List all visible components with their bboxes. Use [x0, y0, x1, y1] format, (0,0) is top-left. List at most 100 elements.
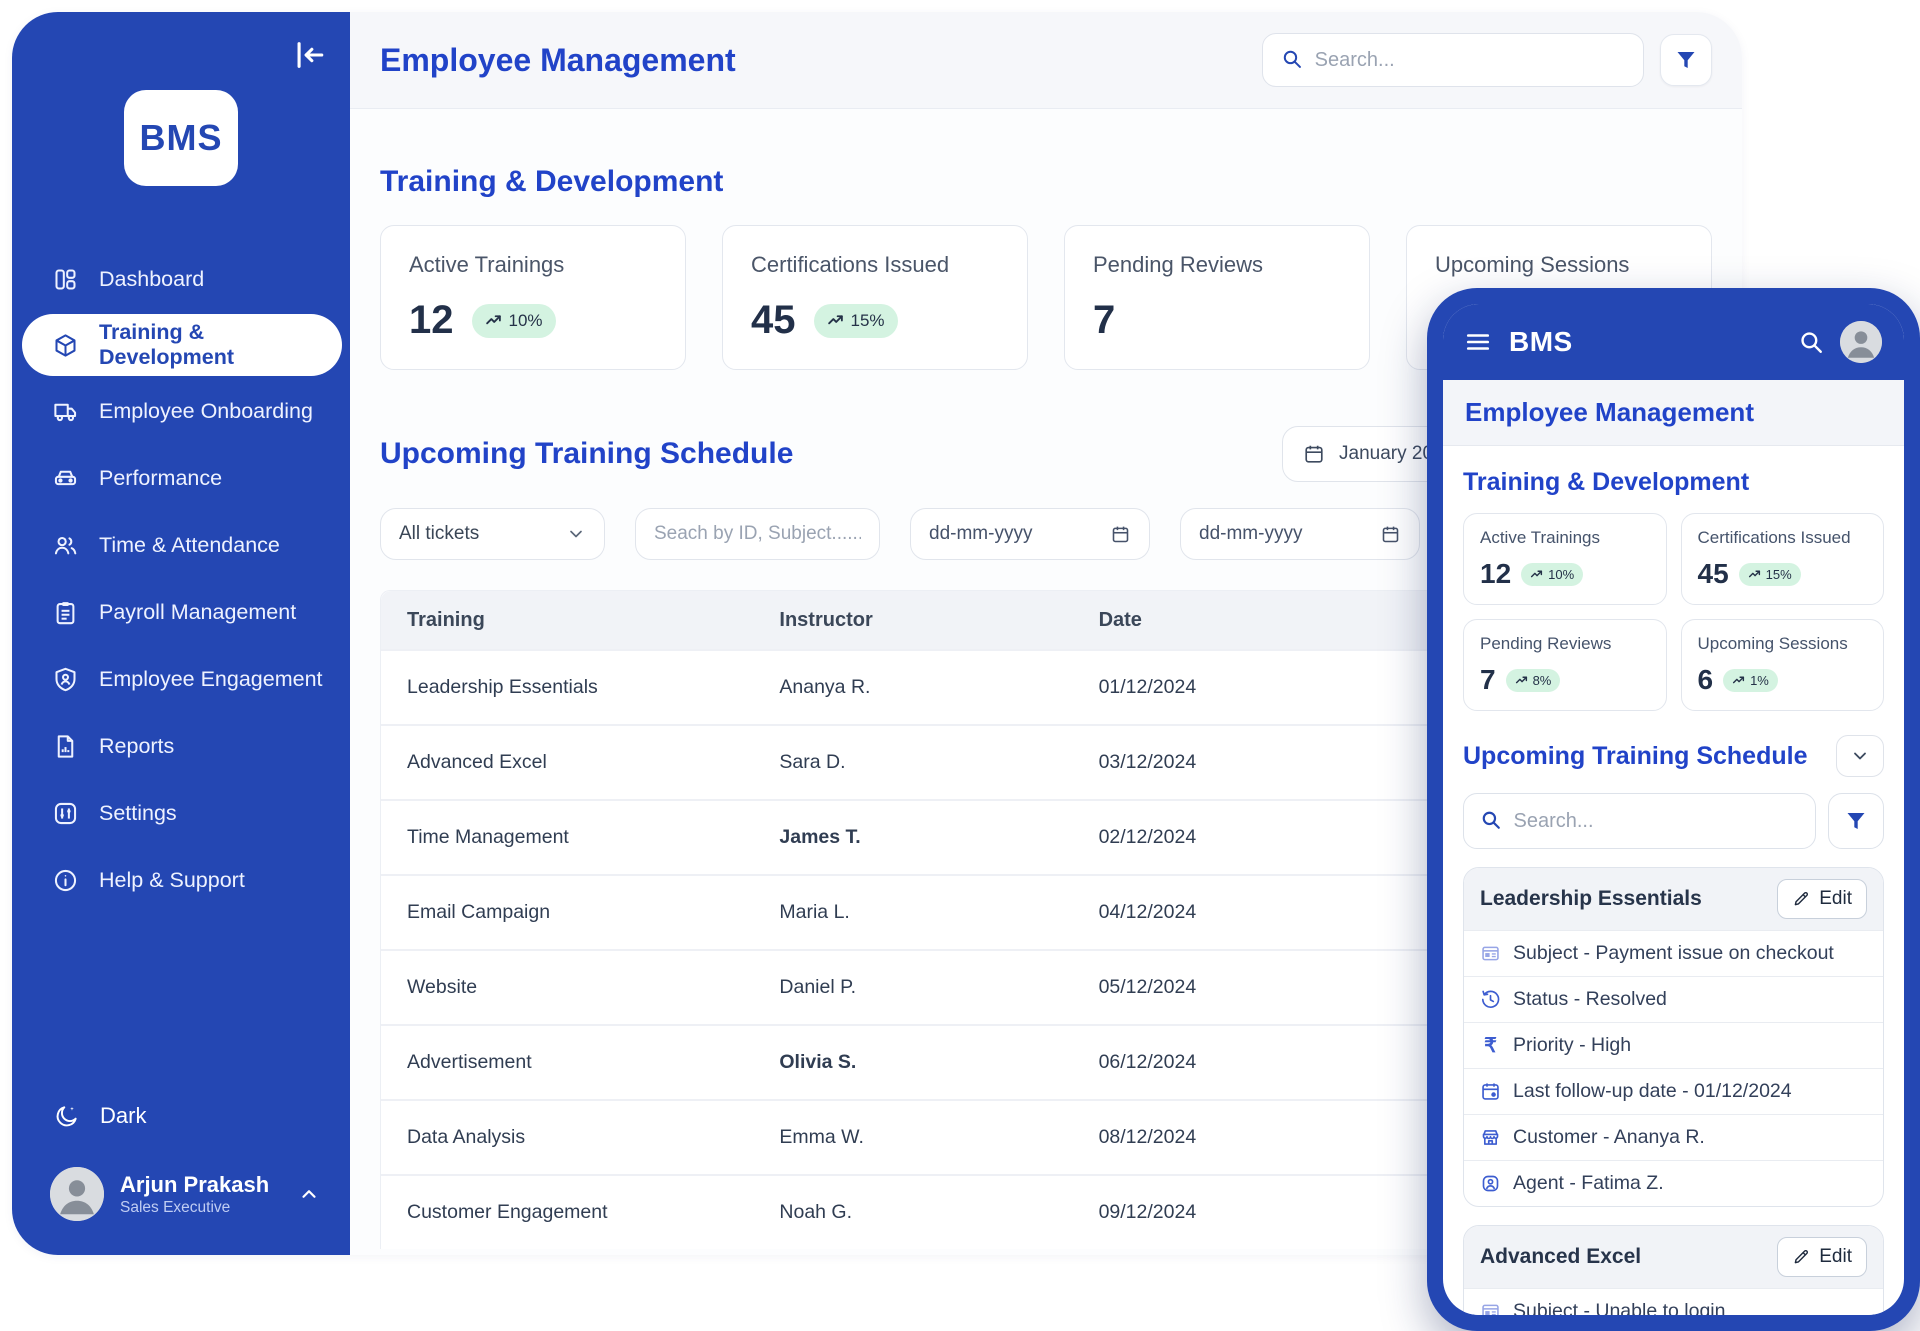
calendar-icon — [1303, 443, 1325, 465]
sidebar-item-performance[interactable]: Performance — [12, 445, 350, 511]
column-header-training: Training — [381, 591, 753, 649]
sidebar-item-label: Payroll Management — [99, 600, 296, 625]
date-from-input[interactable]: dd-mm-yyyy — [910, 508, 1150, 560]
stat-card-active-trainings: Active Trainings 12 10% — [1463, 513, 1667, 605]
trending-up-icon — [1515, 674, 1528, 687]
filter-button[interactable] — [1660, 34, 1712, 86]
trending-up-icon — [827, 312, 844, 329]
page-title: Employee Management — [380, 42, 736, 79]
training-cell: Advanced Excel — [381, 724, 753, 799]
training-cell: Time Management — [381, 799, 753, 874]
detail-text: Priority - High — [1513, 1034, 1631, 1057]
training-cell: Advertisement — [381, 1024, 753, 1099]
collapse-sidebar-icon[interactable] — [292, 38, 326, 72]
sidebar-item-payroll-management[interactable]: Payroll Management — [12, 579, 350, 645]
stat-value: 45 — [751, 298, 796, 343]
dashboard-icon — [52, 266, 79, 293]
stat-card-pending-reviews: Pending Reviews 7 — [1064, 225, 1370, 370]
schedule-search-input[interactable] — [654, 523, 861, 545]
sidebar-item-reports[interactable]: Reports — [12, 713, 350, 779]
stat-card-certifications-issued: Certifications Issued 45 15% — [722, 225, 1028, 370]
trending-up-icon — [485, 312, 502, 329]
stat-card-upcoming-sessions: Upcoming Sessions 6 1% — [1681, 619, 1885, 711]
instructor-cell: Noah G. — [753, 1174, 1072, 1249]
sidebar-item-label: Training & Development — [99, 320, 342, 370]
mobile-preview-frame: BMS Employee Management Training & Devel… — [1427, 288, 1920, 1331]
search-icon — [1281, 48, 1303, 72]
instructor-cell: James T. — [753, 799, 1072, 874]
sidebar-item-settings[interactable]: Settings — [12, 780, 350, 846]
stat-card-active-trainings: Active Trainings 12 10% — [380, 225, 686, 370]
sidebar-footer: Dark Arjun Prakash Sales Executive — [12, 1091, 350, 1221]
sidebar-item-time-attendance[interactable]: Time & Attendance — [12, 512, 350, 578]
sidebar-item-dashboard[interactable]: Dashboard — [12, 246, 350, 312]
stat-value: 7 — [1480, 664, 1496, 696]
onboarding-icon — [52, 398, 79, 425]
mobile-schedule-title: Upcoming Training Schedule — [1463, 742, 1807, 771]
search-icon[interactable] — [1798, 329, 1824, 355]
sidebar-item-training-development[interactable]: Training & Development — [22, 314, 342, 376]
help-icon — [52, 867, 79, 894]
detail-text: Agent - Fatima Z. — [1513, 1172, 1664, 1195]
hamburger-menu-icon[interactable] — [1465, 329, 1491, 355]
sidebar-item-help-support[interactable]: Help & Support — [12, 847, 350, 913]
column-header-instructor: Instructor — [753, 591, 1072, 649]
instructor-cell: Ananya R. — [753, 649, 1072, 724]
stat-label: Active Trainings — [1480, 528, 1650, 548]
mobile-screen: BMS Employee Management Training & Devel… — [1443, 304, 1904, 1315]
mobile-search-row — [1463, 793, 1884, 849]
stat-label: Certifications Issued — [751, 252, 999, 278]
performance-icon — [52, 465, 79, 492]
date-cell: 06/12/2024 — [1073, 1024, 1419, 1099]
date-to-placeholder: dd-mm-yyyy — [1199, 523, 1302, 545]
training-cell: Customer Engagement — [381, 1174, 753, 1249]
trending-up-icon — [1732, 674, 1745, 687]
stat-card-certifications-issued: Certifications Issued 45 15% — [1681, 513, 1885, 605]
subject-icon — [1480, 943, 1501, 964]
stat-delta-badge: 8% — [1506, 669, 1561, 692]
edit-button[interactable]: Edit — [1777, 879, 1867, 919]
sidebar: BMS Dashboard Training & Development Emp… — [12, 12, 350, 1255]
column-header-date: Date — [1073, 591, 1419, 649]
mobile-filter-button[interactable] — [1828, 793, 1884, 849]
mobile-stats-grid: Active Trainings 12 10% Certifications I… — [1463, 513, 1884, 711]
stat-delta-badge: 10% — [1521, 563, 1583, 586]
pencil-icon — [1792, 1248, 1810, 1266]
calendar-icon — [1380, 524, 1401, 545]
mobile-body: Training & Development Active Trainings … — [1443, 446, 1904, 1315]
date-from-placeholder: dd-mm-yyyy — [929, 523, 1032, 545]
mobile-brand: BMS — [1509, 326, 1573, 358]
stat-label: Upcoming Sessions — [1698, 634, 1868, 654]
theme-toggle-label: Dark — [100, 1103, 146, 1129]
stat-delta-badge: 10% — [472, 304, 556, 338]
mobile-search-input[interactable] — [1513, 810, 1799, 833]
stat-card-pending-reviews: Pending Reviews 7 8% — [1463, 619, 1667, 711]
pencil-icon — [1792, 890, 1810, 908]
sidebar-item-employee-onboarding[interactable]: Employee Onboarding — [12, 378, 350, 444]
detail-text: Status - Resolved — [1513, 988, 1667, 1011]
sidebar-item-employee-engagement[interactable]: Employee Engagement — [12, 646, 350, 712]
filter-icon — [1844, 809, 1868, 833]
ticket-filter-select[interactable]: All tickets — [380, 508, 605, 560]
customer-icon — [1480, 1127, 1501, 1148]
theme-toggle[interactable]: Dark — [12, 1091, 350, 1141]
user-profile[interactable]: Arjun Prakash Sales Executive — [12, 1167, 350, 1221]
instructor-cell: Sara D. — [753, 724, 1072, 799]
date-to-input[interactable]: dd-mm-yyyy — [1180, 508, 1420, 560]
stat-value: 12 — [1480, 558, 1511, 590]
sidebar-item-label: Reports — [99, 734, 174, 759]
date-cell: 02/12/2024 — [1073, 799, 1419, 874]
calendar-icon — [1110, 524, 1131, 545]
sidebar-item-label: Performance — [99, 466, 222, 491]
edit-button[interactable]: Edit — [1777, 1237, 1867, 1277]
training-card-advanced-excel: Advanced Excel Edit Subject - Unable to … — [1463, 1225, 1884, 1315]
status-icon — [1480, 989, 1501, 1010]
stat-label: Pending Reviews — [1480, 634, 1650, 654]
search-icon — [1480, 809, 1501, 833]
detail-text: Subject - Payment issue on checkout — [1513, 942, 1834, 965]
stat-label: Active Trainings — [409, 252, 657, 278]
detail-row: Subject - Payment issue on checkout — [1464, 930, 1883, 976]
avatar[interactable] — [1840, 321, 1882, 363]
collapse-section-button[interactable] — [1836, 735, 1884, 777]
search-input[interactable] — [1315, 49, 1625, 72]
